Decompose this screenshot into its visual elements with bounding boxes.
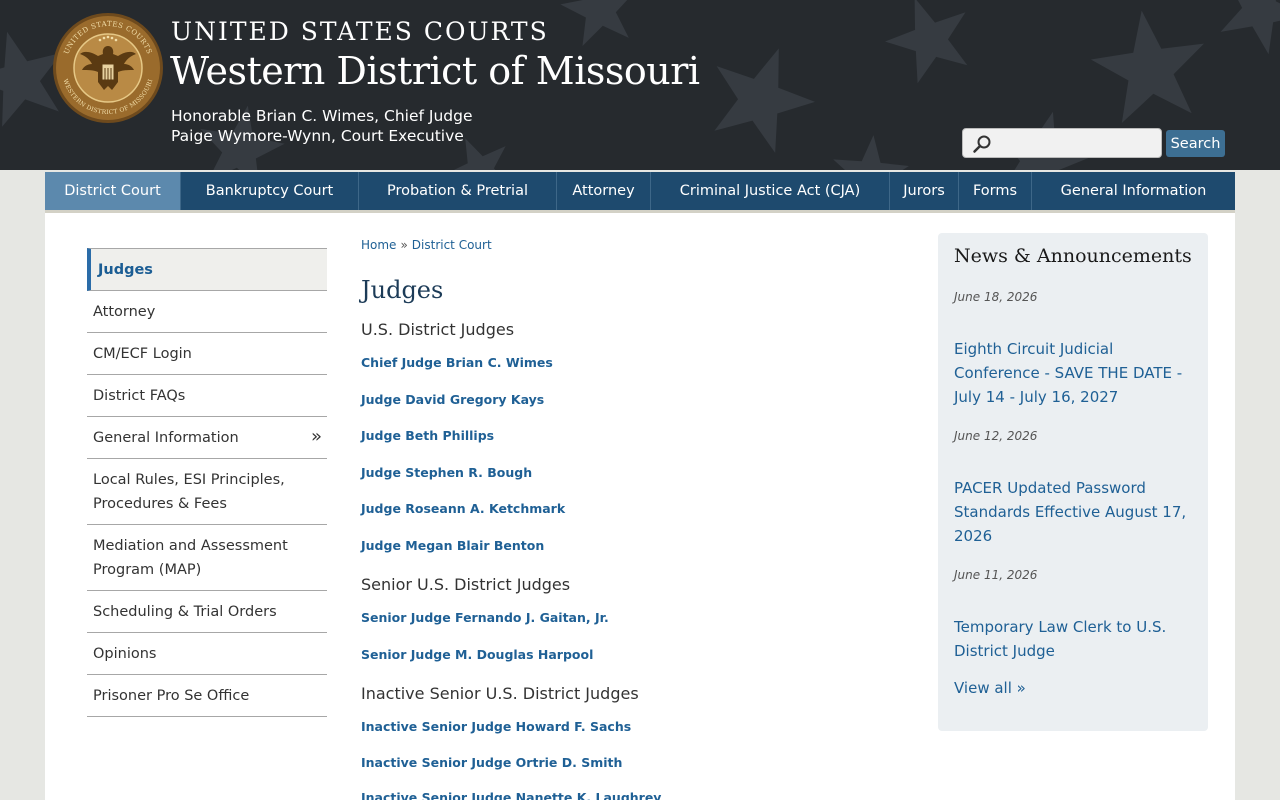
section-heading: U.S. District Judges (361, 320, 515, 339)
sidebar-item-opinions[interactable]: Opinions (87, 633, 327, 675)
nav-item-jurors[interactable]: Jurors (890, 172, 959, 210)
breadcrumb: Home » District Court (361, 238, 492, 252)
sidebar-item-label: CM/ECF Login (93, 346, 192, 362)
sidebar-item-prisoner-pro-se[interactable]: Prisoner Pro Se Office (87, 675, 327, 717)
view-all-news-link[interactable]: View all » (954, 679, 1026, 697)
sidebar-item-judges[interactable]: Judges (87, 248, 327, 291)
chief-judge-line: Honorable Brian C. Wimes, Chief Judge (171, 107, 473, 125)
sidebar-item-cmecf-login[interactable]: CM/ECF Login (87, 333, 327, 375)
sidebar-item-district-faqs[interactable]: District FAQs (87, 375, 327, 417)
news-link[interactable]: Eighth Circuit Judicial Conference - SAV… (954, 337, 1198, 409)
sidebar-item-local-rules[interactable]: Local Rules, ESI Principles, Procedures … (87, 459, 327, 525)
nav-item-probation-pretrial[interactable]: Probation & Pretrial (359, 172, 557, 210)
sidebar-item-label: Judges (98, 262, 153, 278)
news-date: June 12, 2026 (954, 429, 1038, 443)
sidebar-item-mediation[interactable]: Mediation and Assessment Program (MAP) (87, 525, 327, 591)
court-seal-logo[interactable]: UNITED STATES COURTS WESTERN DISTRICT OF… (52, 12, 164, 124)
sidebar-item-label: Attorney (93, 304, 156, 320)
judge-link[interactable]: Inactive Senior Judge Nanette K. Laughre… (361, 790, 661, 800)
sidebar-item-attorney[interactable]: Attorney (87, 291, 327, 333)
nav-item-district-court[interactable]: District Court (45, 172, 181, 210)
nav-item-general-information[interactable]: General Information (1032, 172, 1235, 210)
judge-link[interactable]: Judge Stephen R. Bough (361, 465, 532, 480)
breadcrumb-separator: » (400, 238, 408, 252)
judge-link[interactable]: Inactive Senior Judge Howard F. Sachs (361, 719, 631, 734)
judge-link[interactable]: Senior Judge Fernando J. Gaitan, Jr. (361, 610, 609, 625)
news-panel: News & Announcements June 18, 2026 Eight… (938, 233, 1208, 731)
sidebar-item-scheduling[interactable]: Scheduling & Trial Orders (87, 591, 327, 633)
search-button[interactable]: Search (1166, 130, 1225, 157)
news-link[interactable]: PACER Updated Password Standards Effecti… (954, 476, 1198, 548)
news-date: June 11, 2026 (954, 568, 1038, 582)
search-input[interactable] (997, 132, 1157, 154)
nav-item-cja[interactable]: Criminal Justice Act (CJA) (651, 172, 890, 210)
sidebar-item-label: Mediation and Assessment Program (MAP) (93, 538, 288, 578)
judge-link[interactable]: Judge Roseann A. Ketchmark (361, 501, 565, 516)
news-title: News & Announcements (954, 245, 1192, 267)
expand-chevron-icon[interactable]: » (311, 426, 322, 448)
section-heading: Senior U.S. District Judges (361, 575, 571, 594)
sidebar-item-label: Scheduling & Trial Orders (93, 604, 277, 620)
sidebar-item-label: Opinions (93, 646, 157, 662)
judge-link[interactable]: Judge Megan Blair Benton (361, 538, 544, 553)
search-icon (973, 135, 991, 153)
judge-link[interactable]: Judge Beth Phillips (361, 428, 494, 443)
court-executive-line: Paige Wymore-Wynn, Court Executive (171, 127, 464, 145)
judge-link[interactable]: Inactive Senior Judge Ortrie D. Smith (361, 755, 622, 770)
breadcrumb-current-link[interactable]: District Court (412, 238, 492, 252)
judge-link[interactable]: Chief Judge Brian C. Wimes (361, 355, 553, 370)
breadcrumb-home-link[interactable]: Home (361, 238, 396, 252)
news-link[interactable]: Temporary Law Clerk to U.S. District Jud… (954, 615, 1198, 663)
section-heading: Inactive Senior U.S. District Judges (361, 684, 639, 703)
news-date: June 18, 2026 (954, 290, 1038, 304)
site-title[interactable]: Western District of Missouri (170, 49, 700, 93)
nav-item-bankruptcy-court[interactable]: Bankruptcy Court (181, 172, 359, 210)
main-nav: District Court Bankruptcy Court Probatio… (45, 172, 1235, 213)
page-title: Judges (361, 276, 444, 304)
sidebar-menu: Judges Attorney CM/ECF Login District FA… (87, 248, 327, 717)
judge-link[interactable]: Judge David Gregory Kays (361, 392, 544, 407)
nav-item-attorney[interactable]: Attorney (557, 172, 651, 210)
sidebar-item-label: Local Rules, ESI Principles, Procedures … (93, 472, 285, 512)
site-header: UNITED STATES COURTS WESTERN DISTRICT OF… (0, 0, 1280, 170)
sidebar-item-label: General Information (93, 430, 239, 446)
sidebar-item-general-information[interactable]: General Information » (87, 417, 327, 459)
sidebar-item-label: District FAQs (93, 388, 186, 404)
sidebar-item-label: Prisoner Pro Se Office (93, 688, 250, 704)
nav-item-forms[interactable]: Forms (959, 172, 1032, 210)
search-box (962, 128, 1162, 158)
site-kicker: UNITED STATES COURTS (171, 17, 549, 46)
judge-link[interactable]: Senior Judge M. Douglas Harpool (361, 647, 593, 662)
